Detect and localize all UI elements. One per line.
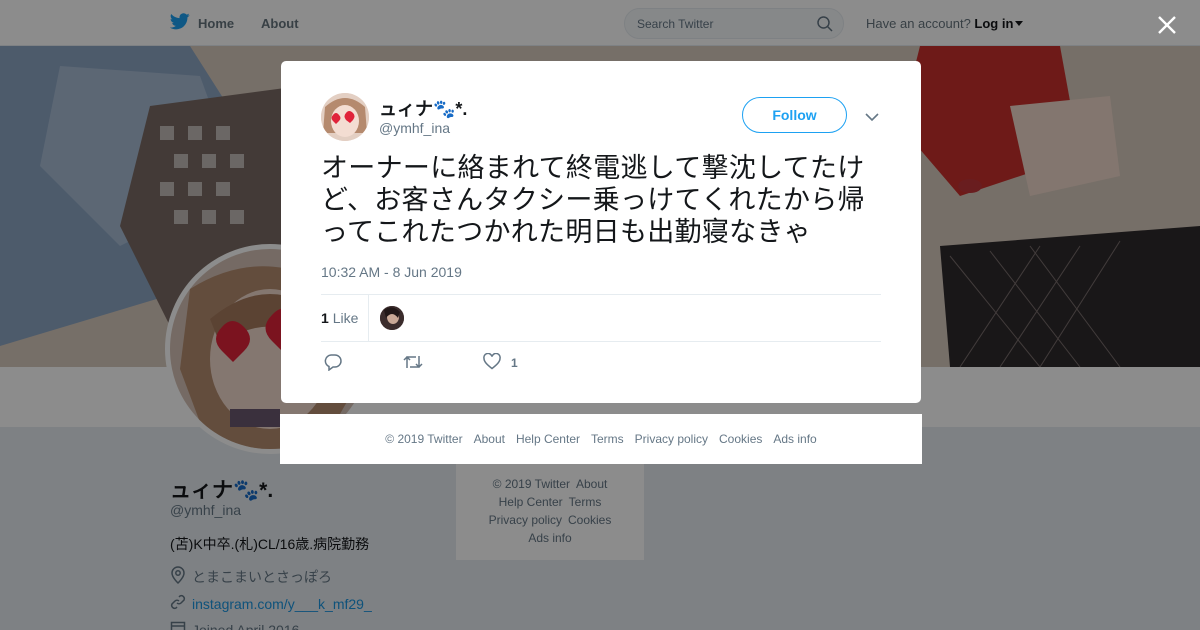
- modal-footer: © 2019 Twitter About Help Center Terms P…: [280, 414, 922, 464]
- heart-icon: [483, 352, 501, 373]
- like-button[interactable]: 1: [483, 352, 518, 373]
- stats-divider: [368, 295, 369, 341]
- tweet-text: オーナーに絡まれて終電逃して撃沈してたけど、お客さんタクシー乗っけてくれたから帰…: [321, 153, 865, 248]
- liker-avatar[interactable]: [380, 306, 404, 330]
- tweet-actions: 1: [321, 352, 881, 377]
- footer-ads-link[interactable]: Ads info: [773, 432, 816, 446]
- reply-button[interactable]: [324, 353, 342, 374]
- tweet-timestamp[interactable]: 10:32 AM - 8 Jun 2019: [321, 264, 462, 280]
- footer-privacy-link[interactable]: Privacy policy: [635, 432, 708, 446]
- retweet-button[interactable]: [403, 353, 423, 374]
- follow-button[interactable]: Follow: [742, 97, 847, 133]
- footer-copyright: © 2019 Twitter: [385, 432, 463, 446]
- tweet-author-avatar[interactable]: [321, 93, 369, 141]
- like-count-value: 1: [321, 310, 329, 326]
- close-icon[interactable]: [1156, 14, 1178, 36]
- retweet-icon: [403, 353, 423, 374]
- tweet-author-name[interactable]: ュィナ🐾*.: [379, 95, 467, 121]
- tweet-stats: 1 Like: [321, 294, 881, 342]
- like-count-stat[interactable]: 1 Like: [321, 310, 358, 326]
- tweet-modal: ュィナ🐾*. @ymhf_ina Follow オーナーに絡まれて終電逃して撃沈…: [281, 61, 921, 403]
- chevron-down-icon[interactable]: [865, 109, 879, 127]
- footer-help-link[interactable]: Help Center: [516, 432, 580, 446]
- like-action-count: 1: [511, 356, 518, 370]
- footer-terms-link[interactable]: Terms: [591, 432, 624, 446]
- reply-icon: [324, 353, 342, 374]
- footer-about-link[interactable]: About: [474, 432, 505, 446]
- tweet-author-handle[interactable]: @ymhf_ina: [379, 120, 450, 136]
- footer-cookies-link[interactable]: Cookies: [719, 432, 762, 446]
- like-count-label: Like: [332, 310, 359, 326]
